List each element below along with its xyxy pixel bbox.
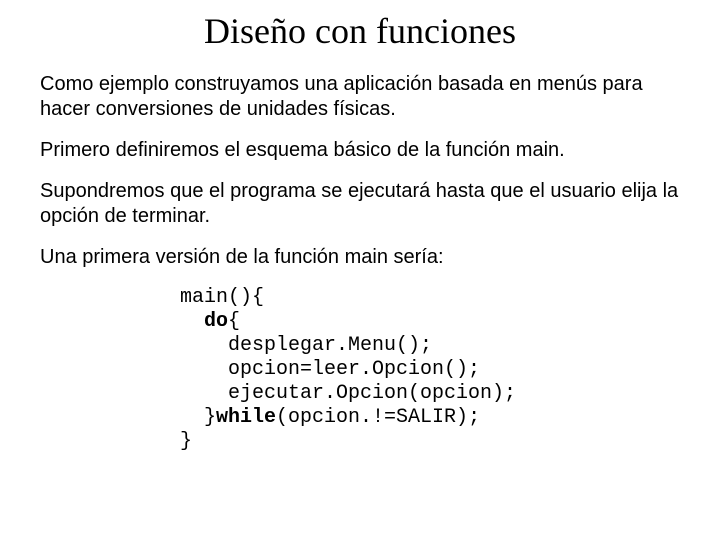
code-line-4: opcion=leer.Opcion(); bbox=[180, 358, 480, 381]
paragraph-4: Una primera versión de la función main s… bbox=[40, 245, 680, 270]
code-line-3: desplegar.Menu(); bbox=[180, 334, 432, 357]
keyword-do: do bbox=[204, 310, 228, 333]
code-line-6-brace: } bbox=[180, 406, 216, 429]
code-line-1: main(){ bbox=[180, 286, 264, 309]
slide-title: Diseño con funciones bbox=[40, 10, 680, 52]
code-line-6-cond: (opcion.!=SALIR); bbox=[276, 406, 480, 429]
paragraph-1: Como ejemplo construyamos una aplicación… bbox=[40, 72, 680, 122]
code-line-7: } bbox=[180, 430, 192, 453]
code-line-2-brace: { bbox=[228, 310, 240, 333]
paragraph-2: Primero definiremos el esquema básico de… bbox=[40, 138, 680, 163]
code-line-5: ejecutar.Opcion(opcion); bbox=[180, 382, 516, 405]
paragraph-3: Supondremos que el programa se ejecutará… bbox=[40, 179, 680, 229]
code-block: main(){ do{ desplegar.Menu(); opcion=lee… bbox=[180, 286, 680, 454]
code-line-2-indent bbox=[180, 310, 204, 333]
keyword-while: while bbox=[216, 406, 276, 429]
